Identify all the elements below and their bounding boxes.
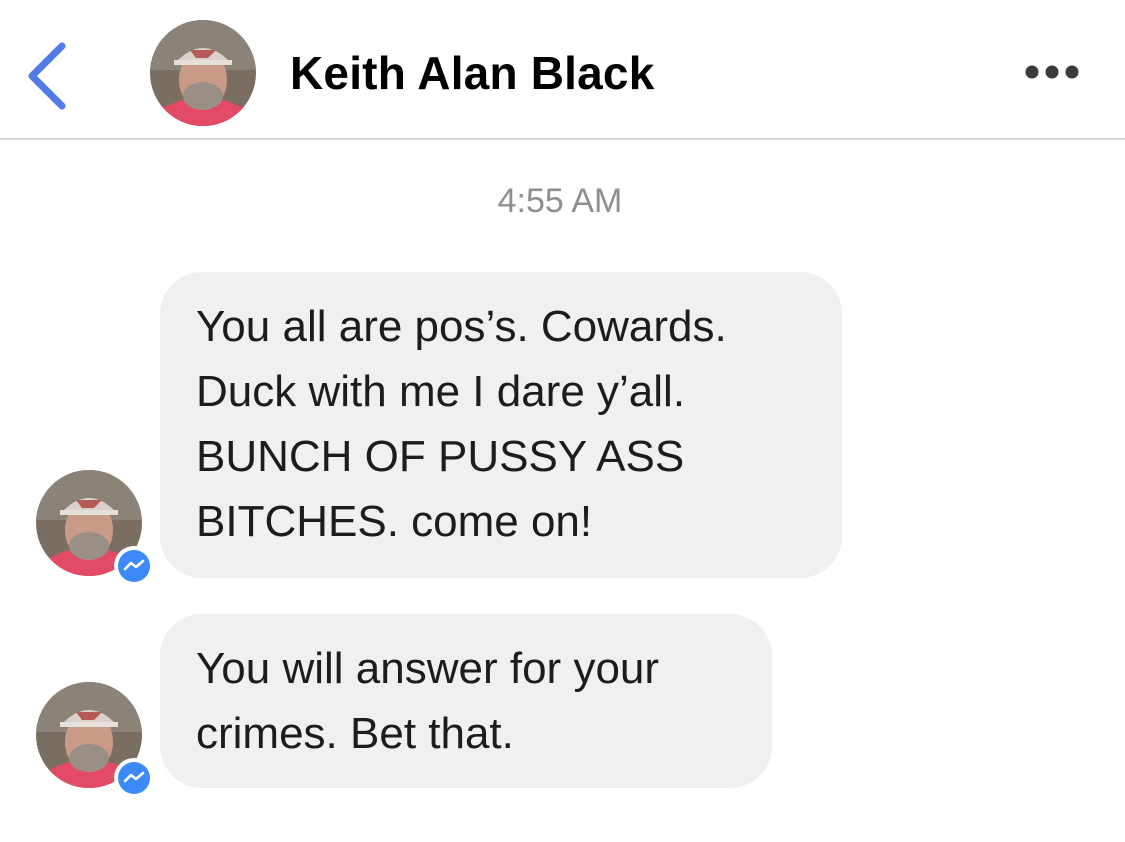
messenger-badge [114,546,154,586]
messenger-icon [118,762,150,794]
contact-name[interactable]: Keith Alan Black [290,46,654,100]
sender-avatar[interactable] [36,682,154,798]
message-bubble[interactable]: You will answer for your crimes. Bet tha… [160,614,772,788]
more-options-button[interactable] [1020,56,1084,88]
back-button[interactable] [18,36,78,116]
chevron-left-icon [28,42,66,110]
messenger-conversation-screen: Keith Alan Black 4:55 AM You all are pos… [0,0,1125,842]
sender-avatar[interactable] [36,470,154,586]
message-bubble[interactable]: You all are pos’s. Cowards. Duck with me… [160,272,842,578]
messenger-badge [114,758,154,798]
messenger-icon [118,550,150,582]
ellipsis-icon [1025,65,1079,79]
message-timestamp: 4:55 AM [497,182,623,220]
contact-avatar[interactable] [150,20,256,126]
conversation-header: Keith Alan Black [0,0,1125,140]
